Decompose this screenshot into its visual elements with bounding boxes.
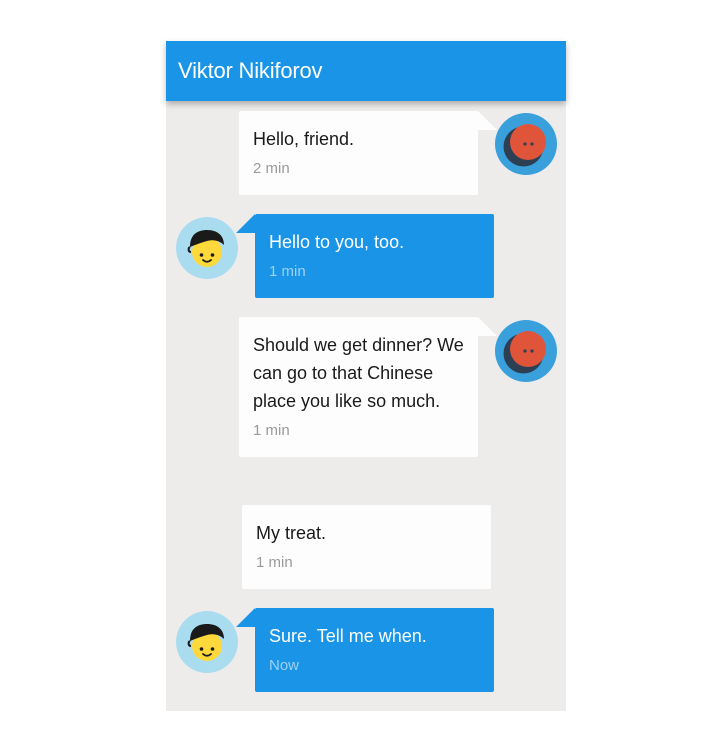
message-time: 1 min — [256, 554, 293, 571]
message-bubble-outgoing[interactable]: Sure. Tell me when. Now — [236, 608, 494, 692]
message-text: Hello to you, too. — [269, 232, 405, 252]
message-text: My treat. — [256, 523, 327, 543]
message-bubble-incoming[interactable]: Should we get dinner? We can go to that … — [239, 317, 497, 457]
message-time: 2 min — [253, 160, 290, 177]
message-text: Sure. Tell me when. — [269, 626, 427, 646]
message-time: 1 min — [253, 422, 290, 439]
message-bubble-outgoing[interactable]: Hello to you, too. 1 min — [236, 214, 494, 298]
red-button-avatar-icon[interactable] — [495, 113, 557, 175]
boy-avatar-icon[interactable] — [176, 611, 238, 673]
boy-avatar-icon[interactable] — [176, 217, 238, 279]
message-time: 1 min — [269, 263, 306, 280]
message-text: Hello, friend. — [253, 129, 355, 149]
contact-name: Viktor Nikiforov — [178, 58, 323, 83]
message-time: Now — [269, 657, 300, 674]
message-bubble-incoming[interactable]: Hello, friend. 2 min — [239, 111, 497, 195]
chat-window: Viktor Nikiforov Hello, friend. 2 min He… — [166, 41, 566, 711]
message-bubble-incoming[interactable]: My treat. 1 min — [242, 505, 491, 589]
chat-header: Viktor Nikiforov — [166, 41, 566, 101]
message-text: Should we get dinner? We can go to that … — [253, 335, 464, 411]
red-button-avatar-icon[interactable] — [495, 320, 557, 382]
